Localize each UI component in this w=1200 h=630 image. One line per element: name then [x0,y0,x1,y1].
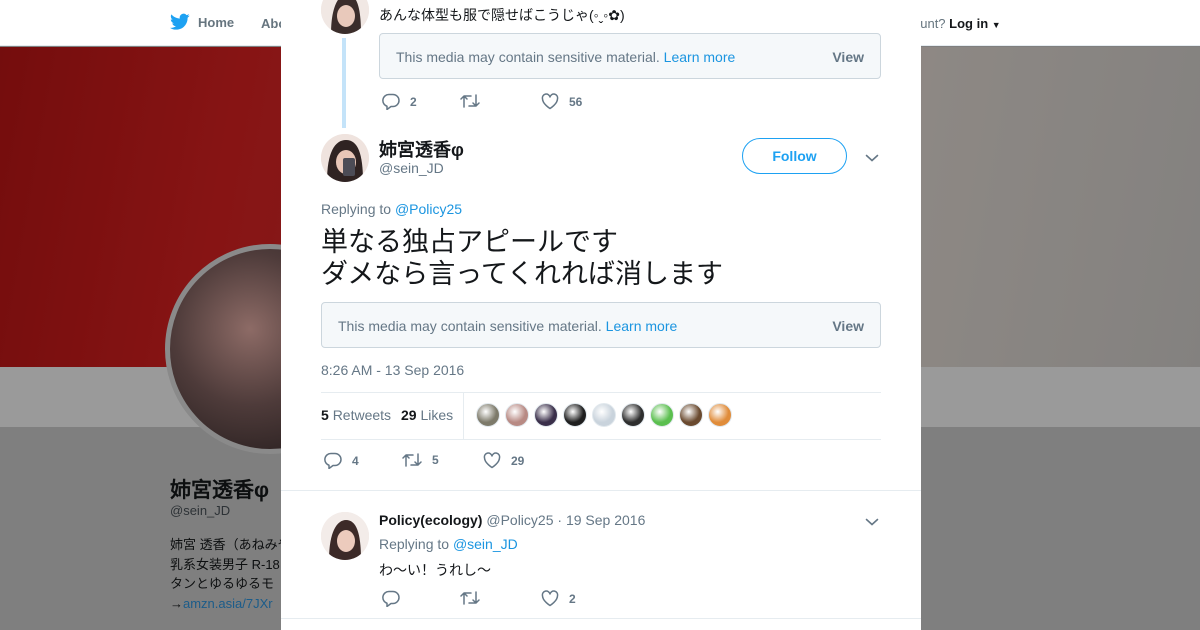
parent-author-avatar[interactable] [321,0,369,34]
tweet-modal: あんな体型も服で隠せばこうじゃ(◦ˬ◦✿) This media may con… [281,0,921,630]
login-link[interactable]: Log in [949,16,988,31]
retweet-icon [402,453,422,467]
main-author-name[interactable]: 姉宮透香φ [379,136,464,162]
bio-line: 乳系女装男子 R-18 [170,556,280,572]
like-stat-count: 29 [401,407,417,423]
heart-icon [541,93,559,110]
caret-down-icon: ▼ [991,20,1001,30]
thread-connector [342,38,346,128]
reply-like-button[interactable]: 2 [541,590,576,607]
main-author-avatar[interactable] [321,134,369,182]
bio-line: 姉宮 透香（あねみや [170,537,285,552]
learn-more-link[interactable]: Learn more [606,318,678,334]
reply-icon [324,452,342,469]
reply-date[interactable]: · 19 Sep 2016 [557,512,645,528]
main-like-button[interactable]: 29 [483,452,524,469]
parent-like-button[interactable]: 56 [541,93,582,110]
liker-avatar-7[interactable] [650,403,674,427]
tweet-menu-button[interactable] [865,150,881,164]
reply-tweet-text: わ～い！うれし～ [379,562,491,578]
profile-bio: 姉宮 透香（あねみや 乳系女装男子 R-18 タンとゆるゆるモ →amzn.as… [170,535,285,613]
reply-count: 2 [410,94,417,109]
main-reply-button[interactable]: 4 [324,452,359,469]
reply-reply-button[interactable] [382,590,410,607]
liker-avatar-1[interactable] [476,403,500,427]
retweet-count: 5 [432,453,439,467]
reply-retweet-button[interactable] [460,590,490,606]
bio-link[interactable]: amzn.asia/7JXr [183,596,273,611]
like-count: 29 [511,453,525,468]
parent-retweet-button[interactable] [460,93,490,109]
chevron-down-icon [865,518,879,526]
replying-to-line: Replying to @Policy25 [321,201,462,217]
main-retweet-button[interactable]: 5 [402,452,439,468]
close-icon [1157,15,1177,35]
reply-count: 4 [352,453,359,468]
liker-avatar-3[interactable] [534,403,558,427]
sensitive-media-message: This media may contain sensitive materia… [338,318,602,334]
view-media-button[interactable]: View [832,49,864,65]
profile-handle: @sein_JD [170,503,231,518]
main-tweet-text-line2: ダメなら言ってくれれば消します [321,259,724,289]
replying-to-handle[interactable]: @sein_JD [453,536,518,552]
replying-to-handle[interactable]: @Policy25 [395,201,462,217]
stats-vertical-divider [463,393,464,439]
main-author-handle[interactable]: @sein_JD [379,160,444,176]
view-media-button[interactable]: View [832,318,864,334]
parent-sensitive-media-notice: This media may contain sensitive materia… [379,33,881,79]
like-count: 56 [569,94,583,109]
retweet-stat-label: Retweets [332,407,392,423]
reply-author-handle[interactable]: @Policy25 [486,512,553,528]
bio-line: タンとゆるゆるモ [170,576,275,591]
liker-avatar-6[interactable] [621,403,645,427]
stats-divider-bottom [321,439,881,440]
chevron-down-icon [865,154,879,162]
reply-author-avatar[interactable] [321,512,369,560]
sensitive-media-message: This media may contain sensitive materia… [396,49,660,65]
retweet-icon [460,94,480,108]
liker-avatar-8[interactable] [679,403,703,427]
heart-icon [483,452,501,469]
follow-button[interactable]: Follow [742,138,847,174]
replying-to-prefix: Replying to [379,536,450,552]
retweet-stat[interactable]: 5 Retweets [321,407,391,423]
nav-home-link[interactable]: Home [170,13,234,31]
like-stat-label: Likes [420,407,454,423]
like-stat[interactable]: 29 Likes [401,407,453,423]
replying-to-prefix: Replying to [321,201,392,217]
reply-author-line: Policy(ecology) @Policy25 · 19 Sep 2016 [379,512,645,528]
reply-icon [382,93,400,110]
reply-replying-to-line: Replying to @sein_JD [379,536,518,552]
close-modal-button[interactable] [1154,12,1180,38]
stats-divider-top [321,392,881,393]
reply-menu-button[interactable] [865,514,881,528]
main-tweet-text-line1: 単なる独占アピールです [321,227,618,257]
profile-name: 姉宮透香φ [170,479,270,502]
liker-avatar-5[interactable] [592,403,616,427]
liker-avatar-9[interactable] [708,403,732,427]
twitter-bird-icon [170,13,190,30]
liker-avatar-4[interactable] [563,403,587,427]
tweet-timestamp[interactable]: 8:26 AM - 13 Sep 2016 [321,362,464,378]
retweet-icon [460,591,480,605]
retweet-stat-count: 5 [321,407,329,423]
nav-home-label: Home [198,14,235,30]
parent-reply-button[interactable]: 2 [382,93,417,110]
reply-author-name[interactable]: Policy(ecology) [379,512,482,528]
bio-link-prefix: → [170,595,183,611]
parent-tweet-text: あんな体型も服で隠せばこうじゃ(◦ˬ◦✿) [379,7,625,23]
liker-avatar-2[interactable] [505,403,529,427]
reply-section-divider [281,490,921,491]
bottom-divider [281,618,921,619]
heart-icon [541,590,559,607]
main-sensitive-media-notice: This media may contain sensitive materia… [321,302,881,348]
learn-more-link[interactable]: Learn more [664,49,736,65]
reply-icon [382,590,400,607]
like-count: 2 [569,591,576,606]
